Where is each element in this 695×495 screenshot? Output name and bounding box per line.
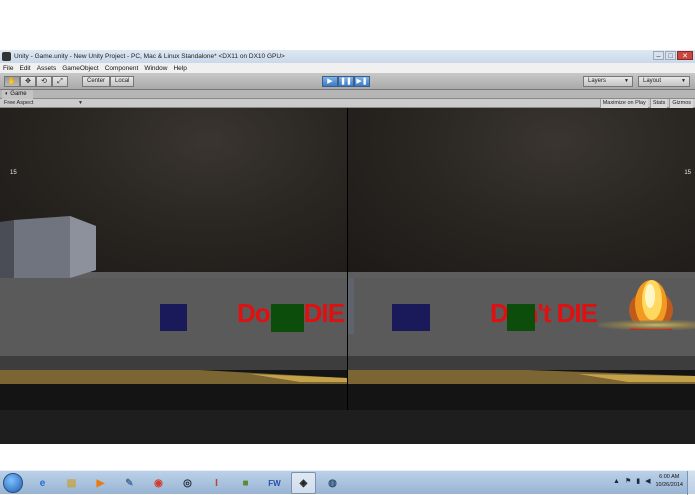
media-player-icon[interactable]: ▶ <box>88 472 113 494</box>
chevron-down-icon: ▼ <box>78 100 83 106</box>
rotate-tool-icon[interactable]: ⟲ <box>36 76 52 87</box>
chevron-down-icon: ▼ <box>624 78 629 84</box>
toolbar: ✋ ✥ ⟲ ⤢ Center Local ▶ ❚❚ ▶❚ Layers ▼ La… <box>0 73 695 90</box>
layout-label: Layout <box>643 78 662 84</box>
taskbar-apps: e ▤ ▶ ✎ ◉ ◎ I ■ FW ◈ ◍ <box>30 472 345 494</box>
aspect-dropdown[interactable]: Free Aspect <box>4 99 33 108</box>
screenshot-area: Unity - Game.unity - New Unity Project -… <box>0 50 695 495</box>
layers-label: Layers <box>588 78 607 84</box>
minimize-button[interactable]: – <box>653 51 664 60</box>
system-tray: ▲ ⚑ ▮ ◀ 6:00 AM 10/26/2014 <box>613 473 683 489</box>
move-tool-icon[interactable]: ✥ <box>20 76 36 87</box>
window-controls: – □ ✕ <box>653 51 693 60</box>
menu-gameobject[interactable]: GameObject <box>59 65 102 72</box>
installer-icon[interactable]: I <box>204 472 229 494</box>
gizmos-toggle[interactable]: Gizmos <box>669 99 693 108</box>
hand-tool-icon[interactable]: ✋ <box>4 76 20 87</box>
tab-game[interactable]: ◐ Game <box>2 90 33 99</box>
pivot-local-button[interactable]: Local <box>110 76 135 87</box>
chrome-icon[interactable]: ◉ <box>146 472 171 494</box>
clock-date: 10/26/2014 <box>655 482 683 488</box>
pivot-controls: Center Local <box>82 76 135 87</box>
sky <box>348 108 695 272</box>
clock-time: 6:00 AM <box>659 474 680 480</box>
fire-glow <box>598 320 695 330</box>
search-app-icon[interactable]: ◍ <box>320 472 345 494</box>
transform-tools: ✋ ✥ ⟲ ⤢ <box>4 76 68 87</box>
green-cube <box>507 304 535 331</box>
lit-floor-edge <box>0 356 347 384</box>
playback-controls: ▶ ❚❚ ▶❚ <box>322 76 370 87</box>
menu-edit[interactable]: Edit <box>16 65 33 72</box>
maximize-button[interactable]: □ <box>665 51 676 60</box>
tab-game-label: Game <box>10 91 27 97</box>
close-button[interactable]: ✕ <box>677 51 693 60</box>
menu-help[interactable]: Help <box>170 65 189 72</box>
show-desktop-button[interactable] <box>687 471 695 495</box>
menu-file[interactable]: File <box>0 65 16 72</box>
menu-bar: File Edit Assets GameObject Component Wi… <box>0 63 695 73</box>
scale-tool-icon[interactable]: ⤢ <box>52 76 68 87</box>
maximize-on-play-toggle[interactable]: Maximize on Play <box>599 99 648 108</box>
menu-component[interactable]: Component <box>102 65 142 72</box>
windows-taskbar: e ▤ ▶ ✎ ◉ ◎ I ■ FW ◈ ◍ ▲ ⚑ ▮ ◀ 6:00 AM 1… <box>0 470 695 495</box>
start-button[interactable] <box>3 473 23 493</box>
game-view-toolbar: Free Aspect ▼ Maximize on Play Stats Giz… <box>0 99 695 108</box>
title-bar: Unity - Game.unity - New Unity Project -… <box>0 50 695 63</box>
taskbar-clock[interactable]: 6:00 AM 10/26/2014 <box>655 473 683 489</box>
play-button[interactable]: ▶ <box>322 76 338 87</box>
internet-explorer-icon[interactable]: e <box>30 472 55 494</box>
blue-cube <box>160 304 187 331</box>
layers-dropdown[interactable]: Layers ▼ <box>583 76 633 87</box>
chevron-down-icon: ▼ <box>681 78 686 84</box>
menu-window[interactable]: Window <box>141 65 170 72</box>
grey-building-edge <box>348 278 354 334</box>
pivot-center-button[interactable]: Center <box>82 76 111 87</box>
lit-floor-edge <box>348 356 695 384</box>
menu-assets[interactable]: Assets <box>34 65 60 72</box>
tray-volume-icon[interactable]: ◀ <box>645 477 650 485</box>
unity-app-icon <box>2 52 11 61</box>
pause-button[interactable]: ❚❚ <box>338 76 354 87</box>
stats-toggle[interactable]: Stats <box>649 99 668 108</box>
window-title: Unity - Game.unity - New Unity Project -… <box>14 53 285 60</box>
tray-expand-icon[interactable]: ▲ <box>613 478 620 485</box>
layout-dropdown[interactable]: Layout ▼ <box>638 76 690 87</box>
grey-building-cube <box>0 216 96 278</box>
steam-icon[interactable]: ◎ <box>175 472 200 494</box>
file-explorer-icon[interactable]: ▤ <box>59 472 84 494</box>
fps-counter: 15 <box>684 170 691 176</box>
green-cube <box>271 304 304 332</box>
game-viewport-right[interactable]: 15 Don't DIE <box>348 108 695 410</box>
blue-cube <box>392 304 430 331</box>
game-view-options: Maximize on Play Stats Gizmos <box>599 99 693 108</box>
tray-flag-icon[interactable]: ⚑ <box>625 477 631 485</box>
tray-network-icon[interactable]: ▮ <box>636 477 640 485</box>
minecraft-icon[interactable]: ■ <box>233 472 258 494</box>
tab-bar: ◐ Game <box>0 90 695 99</box>
step-button[interactable]: ▶❚ <box>354 76 370 87</box>
fps-counter: 15 <box>10 170 17 176</box>
fireworks-icon[interactable]: FW <box>262 472 287 494</box>
unity-icon[interactable]: ◈ <box>291 472 316 494</box>
game-viewport-left[interactable]: 15 Don't DIE <box>0 108 347 410</box>
tools-icon[interactable]: ✎ <box>117 472 142 494</box>
